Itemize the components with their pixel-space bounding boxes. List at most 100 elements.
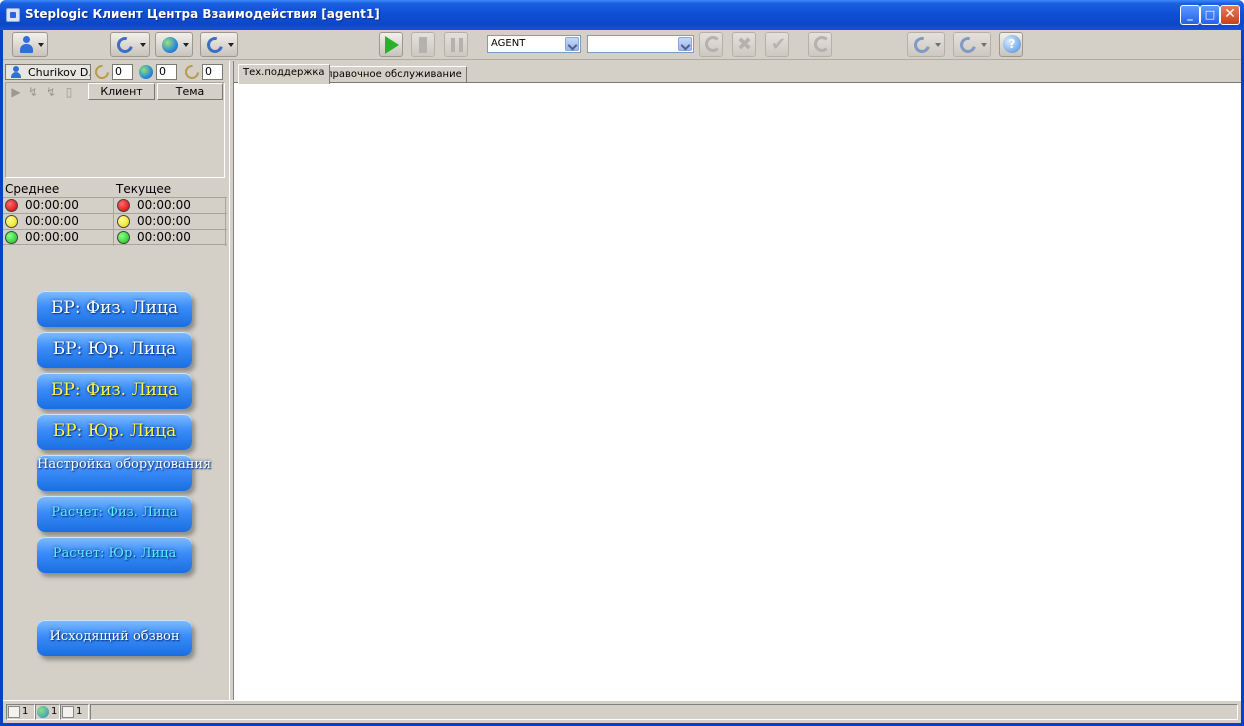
stats-avg-yellow: 00:00:00 — [25, 214, 79, 228]
macro-button-br-individuals[interactable]: БР: Физ. Лица — [37, 291, 192, 327]
down-icon — [419, 37, 427, 53]
globe-icon — [37, 706, 49, 718]
tab-strip: Тех.поддержка Справочное обслуживание — [234, 64, 1241, 84]
stats-header-average: Среднее — [5, 182, 60, 196]
queue-header: ▶ ↯ ↯ ▯ Клиент Тема — [6, 83, 224, 100]
document-icon[interactable]: ▯ — [62, 85, 76, 99]
phone-icon — [8, 706, 20, 718]
task-icon — [62, 706, 74, 718]
chevron-down-icon[interactable] — [565, 37, 579, 51]
agent-state-combo[interactable]: AGENT — [487, 35, 581, 53]
agent-state-value: AGENT — [491, 38, 526, 49]
globe-counter: 0 — [137, 64, 177, 80]
reject-button[interactable]: ✖ — [732, 32, 756, 57]
tab-content-area[interactable] — [234, 82, 1241, 700]
play-icon[interactable]: ▶ — [9, 85, 23, 99]
help-button[interactable]: ? — [999, 32, 1023, 57]
down-button[interactable] — [411, 32, 435, 57]
globe-menu-button[interactable] — [155, 32, 193, 57]
queue-list[interactable]: ▶ ↯ ↯ ▯ Клиент Тема — [5, 82, 225, 178]
phone-globe-menu-button[interactable] — [200, 32, 238, 57]
macro-button-calc-legal[interactable]: Расчет: Юр. Лица — [37, 537, 192, 573]
close-icon: ✖ — [737, 34, 753, 55]
macro-button-calc-individuals[interactable]: Расчет: Физ. Лица — [37, 496, 192, 532]
app-icon — [6, 8, 20, 22]
macro-button-equipment-setup[interactable]: Настройка оборудования — [37, 455, 211, 491]
task-counter: 0 — [182, 62, 223, 82]
green-status-icon — [5, 231, 18, 244]
close-button[interactable]: ✕ — [1220, 5, 1240, 25]
play-button[interactable] — [379, 32, 403, 57]
phone-menu-icon — [114, 34, 136, 56]
phone-globe-menu-icon — [204, 34, 226, 56]
tab-reference-service[interactable]: Справочное обслуживание — [314, 66, 467, 83]
pause-icon — [451, 38, 463, 52]
client-area: AGENT ✖ ✔ ? Churikov D. 0 0 0 ▶ ↯ ↯ ▯ Кл… — [3, 30, 1241, 723]
macro-button-br-individuals-yellow[interactable]: БР: Физ. Лица — [37, 373, 192, 409]
pause-button[interactable] — [444, 32, 468, 57]
check-icon: ✔ — [771, 34, 787, 55]
main-area: Тех.поддержка Справочное обслуживание — [234, 61, 1241, 700]
green-status-icon — [117, 231, 130, 244]
stats-header-current: Текущее — [116, 182, 172, 196]
phone-icon — [92, 62, 112, 82]
help-icon: ? — [1003, 35, 1021, 53]
phone-count: 0 — [112, 64, 133, 80]
agent-info-row: Churikov D. 0 0 0 — [5, 62, 225, 82]
stats-avg-green: 00:00:00 — [25, 230, 79, 244]
accept-button[interactable]: ✔ — [765, 32, 789, 57]
minimize-button[interactable]: _ — [1180, 5, 1200, 25]
red-status-icon — [117, 199, 130, 212]
macro-button-br-legal-yellow[interactable]: БР: Юр. Лица — [37, 414, 192, 450]
stats-cur-red: 00:00:00 — [137, 198, 191, 212]
secondary-combo[interactable] — [587, 35, 694, 53]
macro-button-br-legal[interactable]: БР: Юр. Лица — [37, 332, 192, 368]
red-status-icon — [5, 199, 18, 212]
task-count: 0 — [202, 64, 223, 80]
globe-menu-icon — [162, 37, 178, 53]
status-globe-count: 1 — [35, 704, 60, 720]
stats-table: Среднее Текущее 00:00:00 00:00:00 00:00:… — [3, 181, 227, 246]
conference-button[interactable] — [907, 32, 945, 57]
status-task-count: 1 — [60, 704, 89, 720]
status-bar: 1 1 1 — [3, 700, 1241, 723]
phone-menu-button[interactable] — [110, 32, 150, 57]
macro-button-outbound-calling[interactable]: Исходящий обзвон — [37, 620, 192, 656]
play-icon — [385, 36, 399, 54]
maximize-button[interactable]: □ — [1200, 5, 1220, 25]
globe-icon — [139, 65, 153, 79]
person-menu-button[interactable] — [12, 32, 48, 57]
title-bar[interactable]: Steplogic Клиент Центра Взаимодействия [… — [0, 0, 1244, 30]
transfer-button[interactable] — [808, 32, 832, 57]
agent-person-icon — [10, 66, 22, 78]
stats-row-green: 00:00:00 00:00:00 — [3, 229, 227, 246]
application-window: Steplogic Клиент Центра Взаимодействия [… — [0, 0, 1244, 726]
stats-row-red: 00:00:00 00:00:00 — [3, 197, 227, 214]
phone-counter: 0 — [92, 62, 133, 82]
status-message-area — [90, 704, 1238, 720]
toolbar: AGENT ✖ ✔ ? — [3, 30, 1241, 60]
yellow-status-icon — [5, 215, 18, 228]
left-panel: Churikov D. 0 0 0 ▶ ↯ ↯ ▯ Клиент Тема Ср… — [3, 61, 227, 700]
hold-button[interactable] — [953, 32, 991, 57]
refresh-button[interactable] — [699, 32, 723, 57]
tab-tech-support[interactable]: Тех.поддержка — [238, 64, 330, 84]
column-header-client[interactable]: Клиент — [88, 83, 155, 100]
globe-count: 0 — [156, 64, 177, 80]
chevron-down-icon[interactable] — [678, 37, 692, 51]
refresh-icon — [705, 36, 721, 52]
yellow-status-icon — [117, 215, 130, 228]
person-menu-icon — [19, 36, 33, 53]
stats-avg-red: 00:00:00 — [25, 198, 79, 212]
transfer-icon[interactable]: ↯ — [26, 85, 40, 99]
stats-row-yellow: 00:00:00 00:00:00 — [3, 213, 227, 230]
status-phone-count: 1 — [6, 704, 35, 720]
column-header-topic[interactable]: Тема — [157, 83, 223, 100]
stats-cur-yellow: 00:00:00 — [137, 214, 191, 228]
transfer-icon — [814, 36, 830, 52]
conference-icon — [911, 34, 933, 56]
stats-cur-green: 00:00:00 — [137, 230, 191, 244]
transfer-icon[interactable]: ↯ — [44, 85, 58, 99]
task-icon — [182, 62, 202, 82]
agent-name-field[interactable]: Churikov D. — [5, 64, 91, 80]
